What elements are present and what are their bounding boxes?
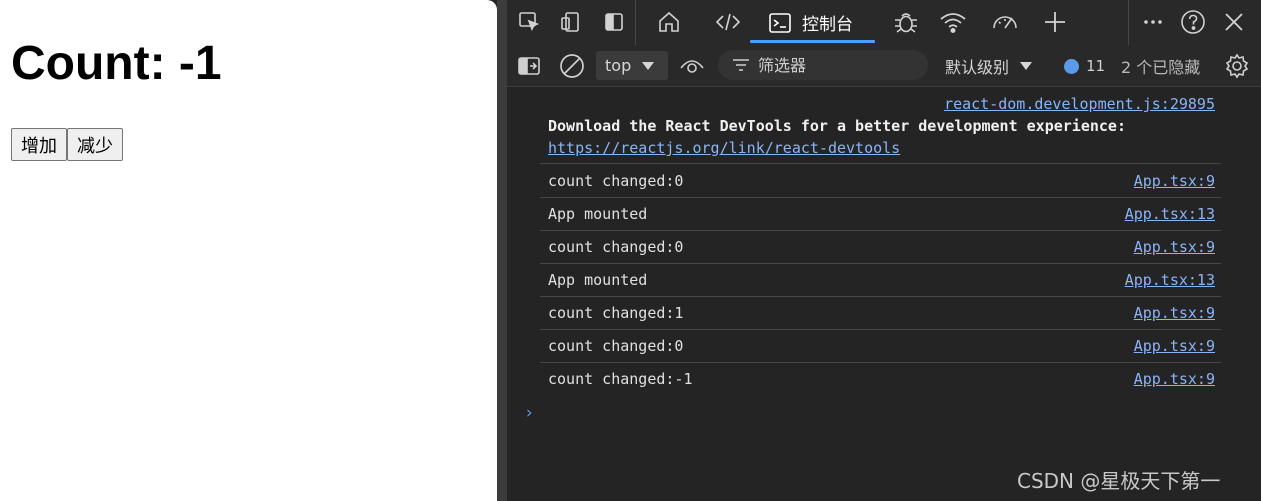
- live-expression-eye-icon[interactable]: [678, 52, 706, 80]
- message-source-link[interactable]: App.tsx:9: [1134, 304, 1215, 322]
- message-text: App mounted: [548, 271, 648, 289]
- filter-field[interactable]: [718, 50, 928, 80]
- panel-splitter[interactable]: [497, 0, 507, 501]
- context-selector[interactable]: top: [596, 51, 668, 80]
- message-source-link[interactable]: App.tsx:13: [1125, 271, 1215, 289]
- elements-icon[interactable]: [714, 8, 742, 36]
- message-text: App mounted: [548, 205, 648, 223]
- add-tab-icon[interactable]: [1041, 8, 1069, 36]
- tab-console-label: 控制台: [802, 15, 853, 35]
- console-prompt[interactable]: ›: [524, 403, 534, 423]
- message-text: count changed:0: [548, 337, 684, 355]
- message-source-link[interactable]: App.tsx:9: [1134, 337, 1215, 355]
- message-source-link[interactable]: App.tsx:13: [1125, 205, 1215, 223]
- console-message: count changed:-1 App.tsx:9: [540, 363, 1221, 396]
- message-text: count changed:0: [548, 172, 684, 190]
- devtools-link[interactable]: https://reactjs.org/link/react-devtools: [548, 139, 900, 157]
- clear-console-icon[interactable]: [558, 52, 586, 80]
- dock-icon[interactable]: [600, 8, 628, 36]
- increment-button[interactable]: 增加: [11, 128, 67, 161]
- message-source-link[interactable]: App.tsx:9: [1134, 238, 1215, 256]
- log-levels-label: 默认级别: [945, 58, 1010, 77]
- issues-counter[interactable]: 11: [1064, 53, 1105, 79]
- close-icon[interactable]: [1220, 8, 1248, 36]
- count-heading: Count: -1: [11, 37, 222, 90]
- button-row: 增加 减少: [11, 128, 123, 161]
- help-icon[interactable]: [1179, 8, 1207, 36]
- context-value: top: [605, 56, 632, 75]
- console-output: react-dom.development.js:29895 Download …: [507, 88, 1261, 501]
- console-icon: [769, 12, 791, 33]
- console-message: count changed:0 App.tsx:9: [540, 330, 1221, 363]
- sources-bug-icon[interactable]: [892, 8, 920, 36]
- console-message: react-dom.development.js:29895 Download …: [540, 88, 1221, 164]
- issues-message-icon: [1064, 58, 1079, 74]
- message-source-link[interactable]: react-dom.development.js:29895: [944, 95, 1215, 113]
- chevron-down-icon: [1020, 62, 1033, 70]
- watermark: CSDN @星极天下第一: [1017, 469, 1221, 493]
- console-message: App mounted App.tsx:13: [540, 264, 1221, 297]
- console-message: count changed:1 App.tsx:9: [540, 297, 1221, 330]
- devtools-panel: 控制台 top 筛选器 默认级别 11 2 个已隐藏 react-dom.dev…: [507, 0, 1261, 501]
- console-settings-gear-icon[interactable]: [1223, 52, 1251, 80]
- device-emulation-icon[interactable]: [557, 8, 585, 36]
- active-tab-indicator: [750, 40, 875, 43]
- issues-count: 11: [1086, 57, 1106, 75]
- more-icon[interactable]: [1139, 8, 1167, 36]
- console-toolbar: top 默认级别 11 2 个已隐藏: [507, 45, 1261, 87]
- decrement-button[interactable]: 减少: [67, 128, 123, 161]
- message-source-link[interactable]: App.tsx:9: [1134, 370, 1215, 388]
- filter-icon: [733, 59, 749, 71]
- console-message: count changed:0 App.tsx:9: [540, 165, 1221, 198]
- console-message: count changed:0 App.tsx:9: [540, 231, 1221, 264]
- tab-separator: [1128, 0, 1129, 45]
- screen: Count: -1 增加 减少 控制台 top 筛选器 默认级别 11 2 个已…: [0, 0, 1261, 501]
- network-icon[interactable]: [939, 8, 967, 36]
- message-text: Download the React DevTools for a better…: [548, 117, 1126, 135]
- performance-icon[interactable]: [991, 8, 1019, 36]
- message-text: count changed:0: [548, 238, 684, 256]
- log-levels-dropdown[interactable]: 默认级别: [945, 53, 1033, 79]
- chevron-down-icon: [642, 61, 655, 70]
- message-source-link[interactable]: App.tsx:9: [1134, 172, 1215, 190]
- hidden-messages-count: 2 个已隐藏: [1121, 58, 1201, 77]
- message-text: count changed:1: [548, 304, 684, 322]
- welcome-home-icon[interactable]: [655, 8, 683, 36]
- filter-input[interactable]: [758, 55, 918, 75]
- tab-separator: [635, 0, 636, 45]
- console-message: App mounted App.tsx:13: [540, 198, 1221, 231]
- message-text: count changed:-1: [548, 370, 693, 388]
- sidebar-toggle-icon[interactable]: [515, 52, 543, 80]
- tab-console[interactable]: 控制台: [750, 0, 875, 45]
- inspect-icon[interactable]: [515, 8, 543, 36]
- devtools-tabbar: 控制台: [507, 0, 1261, 45]
- app-page: Count: -1 增加 减少: [0, 0, 497, 501]
